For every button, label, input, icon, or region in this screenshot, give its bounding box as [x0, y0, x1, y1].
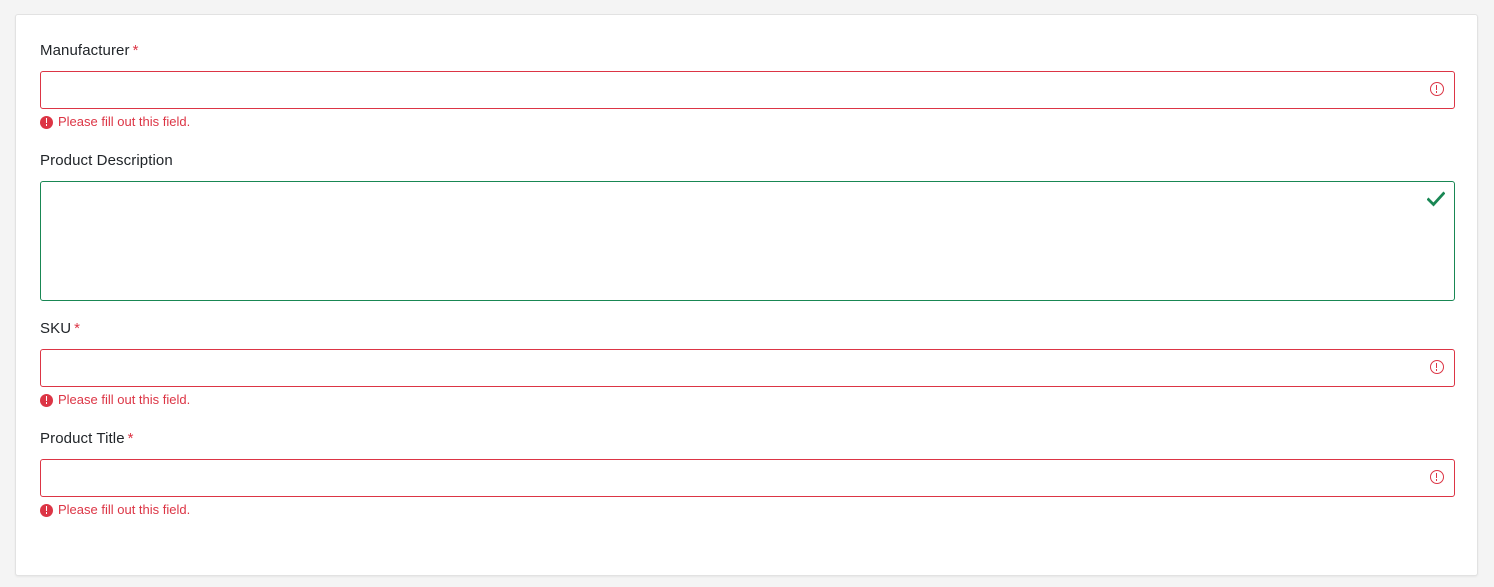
description-textarea[interactable]	[41, 182, 1425, 300]
title-input-box[interactable]	[40, 459, 1455, 497]
manufacturer-label: Manufacturer *	[40, 41, 1455, 61]
checkmark-icon	[1427, 191, 1445, 207]
required-asterisk: *	[132, 42, 139, 59]
sku-error: Please fill out this field.	[40, 392, 190, 408]
sku-label-text: SKU	[40, 320, 72, 337]
title-label: Product Title *	[40, 429, 1455, 449]
manufacturer-field: Manufacturer * Please fill out this field…	[40, 41, 1455, 129]
exclamation-circle-icon	[40, 503, 53, 517]
manufacturer-input-box[interactable]	[40, 71, 1455, 109]
title-input[interactable]	[41, 460, 1425, 496]
description-label-text: Product Description	[40, 152, 173, 169]
title-label-text: Product Title	[40, 430, 125, 447]
title-field: Product Title * Please fill out this fiel…	[40, 429, 1455, 517]
required-asterisk: *	[74, 320, 81, 337]
sku-input-box[interactable]	[40, 349, 1455, 387]
exclamation-circle-icon	[40, 115, 53, 129]
product-form-card: Manufacturer * Please fill out this field…	[15, 14, 1478, 576]
manufacturer-input[interactable]	[41, 72, 1425, 108]
exclamation-circle-icon	[1430, 82, 1444, 96]
description-textarea-box[interactable]	[40, 181, 1455, 301]
exclamation-circle-icon	[1430, 360, 1444, 374]
manufacturer-error: Please fill out this field.	[40, 114, 190, 130]
sku-error-text: Please fill out this field.	[58, 392, 191, 407]
title-error: Please fill out this field.	[40, 502, 190, 518]
sku-label: SKU *	[40, 319, 1455, 339]
description-label: Product Description	[40, 151, 1455, 171]
description-field: Product Description	[40, 151, 1455, 301]
manufacturer-error-text: Please fill out this field.	[58, 114, 191, 129]
sku-field: SKU * Please fill out this field.	[40, 319, 1455, 407]
title-error-text: Please fill out this field.	[58, 502, 191, 517]
exclamation-circle-icon	[1430, 470, 1444, 484]
exclamation-circle-icon	[40, 393, 53, 407]
sku-input[interactable]	[41, 350, 1425, 386]
required-asterisk: *	[127, 430, 134, 447]
manufacturer-label-text: Manufacturer	[40, 42, 130, 59]
